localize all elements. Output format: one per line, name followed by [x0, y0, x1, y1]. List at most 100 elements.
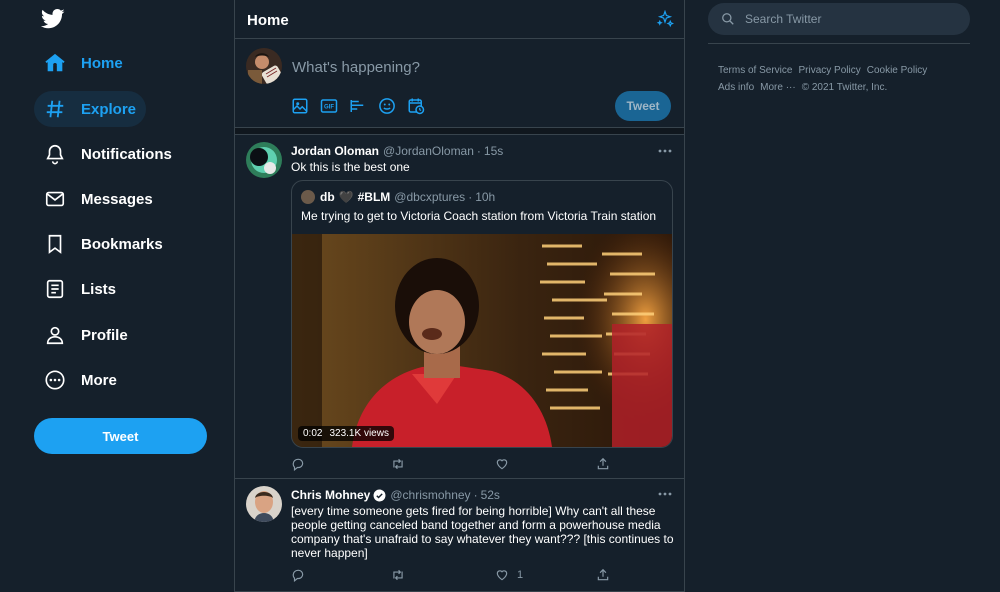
emoji-icon[interactable]: [378, 97, 396, 115]
nav-item-lists[interactable]: Lists: [34, 271, 126, 307]
tweet[interactable]: Jordan Oloman @JordanOloman · 15s Ok thi…: [235, 136, 684, 479]
video-frame: [292, 234, 672, 447]
sidebar-divider: [708, 43, 970, 44]
nav-item-home[interactable]: Home: [34, 45, 133, 81]
nav-label-notifications: Notifications: [81, 145, 172, 163]
search-input[interactable]: [745, 10, 955, 28]
tweet-more-icon[interactable]: [658, 148, 672, 154]
compose-tweet-button[interactable]: Tweet: [615, 91, 671, 121]
heart-icon: [496, 570, 508, 581]
person-icon: [46, 326, 64, 345]
bookmark-icon: [48, 234, 62, 254]
quoted-author-handle: @dbcxptures: [394, 190, 466, 204]
schedule-icon[interactable]: [407, 97, 425, 115]
reply-button[interactable]: [291, 456, 305, 472]
quoted-tweet-time: 10h: [475, 190, 496, 204]
tweet-time[interactable]: 15s: [484, 144, 503, 158]
tweet-time[interactable]: 52s: [481, 488, 500, 502]
nav-label-messages: Messages: [81, 190, 153, 208]
more-circle-icon: [45, 370, 65, 390]
quoted-author-avatar: [301, 190, 315, 204]
bell-icon: [46, 144, 64, 165]
compose-box: GIF Tweet: [235, 39, 684, 128]
quoted-tweet-header: db 🖤 #BLM @dbcxptures · 10h: [301, 190, 495, 204]
search-bar[interactable]: [708, 3, 970, 35]
footer-link-privacy[interactable]: Privacy Policy: [798, 65, 860, 76]
tweet-header: Chris Mohney @chrismohney · 52s: [291, 488, 500, 502]
tweet-header: Jordan Oloman @JordanOloman · 15s: [291, 144, 503, 158]
tweet-author-handle[interactable]: @JordanOloman: [383, 144, 474, 158]
nav-item-bookmarks[interactable]: Bookmarks: [34, 226, 173, 262]
like-button[interactable]: 1: [495, 567, 523, 583]
quoted-author-tag: #BLM: [357, 190, 391, 204]
share-button[interactable]: [596, 567, 610, 583]
timeline-separator: [235, 128, 684, 135]
tweet-author-avatar[interactable]: [246, 142, 282, 178]
like-button[interactable]: [495, 456, 509, 472]
tweet-author-name[interactable]: Jordan Oloman: [291, 144, 379, 158]
retweet-button[interactable]: [391, 456, 405, 472]
quoted-tweet[interactable]: db 🖤 #BLM @dbcxptures · 10h Me trying to…: [291, 180, 673, 448]
tweet[interactable]: Chris Mohney @chrismohney · 52s [every t…: [235, 479, 684, 592]
retweet-button[interactable]: [391, 567, 405, 583]
tweet-author-avatar[interactable]: [246, 486, 282, 522]
timeline-header: Home: [235, 0, 684, 39]
search-icon: [722, 13, 734, 25]
list-icon: [46, 279, 64, 299]
tweet-author-handle[interactable]: @chrismohney: [390, 488, 470, 502]
video-duration: 0:02: [303, 428, 323, 439]
tweet-author-name[interactable]: Chris Mohney: [291, 488, 370, 502]
nav-item-more[interactable]: More: [34, 362, 127, 398]
timeline: Home GIF Tweet Jordan Oloman @JordanOlom…: [234, 0, 685, 592]
separator-dot: ·: [468, 190, 473, 204]
verified-badge-icon: [373, 489, 386, 501]
right-sidebar: Terms of Service Privacy Policy Cookie Pol…: [685, 0, 1000, 592]
user-avatar[interactable]: [246, 48, 282, 84]
heart-icon: [496, 459, 508, 470]
retweet-icon: [393, 458, 403, 470]
video-player[interactable]: 0:02 323.1K views: [292, 234, 672, 447]
video-info-badge: 0:02 323.1K views: [298, 426, 394, 441]
quoted-author-name: db: [320, 190, 335, 204]
nav-label-bookmarks: Bookmarks: [81, 235, 163, 253]
nav-label-profile: Profile: [81, 326, 128, 344]
nav-item-explore[interactable]: Explore: [34, 91, 147, 127]
share-icon: [597, 457, 609, 470]
footer-link-more[interactable]: More ···: [760, 82, 796, 93]
nav-label-more: More: [81, 371, 117, 389]
tweet-text: [every time someone gets fired for being…: [291, 504, 674, 560]
footer-links: Terms of Service Privacy Policy Cookie Pol…: [718, 62, 958, 96]
nav-item-profile[interactable]: Profile: [34, 317, 138, 353]
reply-button[interactable]: [291, 567, 305, 583]
svg-text:GIF: GIF: [324, 105, 334, 111]
nav-item-notifications[interactable]: Notifications: [34, 136, 182, 172]
quoted-tweet-text: Me trying to get to Victoria Coach stati…: [301, 209, 657, 223]
image-icon[interactable]: [291, 97, 309, 115]
black-heart-emoji: 🖤: [338, 190, 354, 204]
nav-item-messages[interactable]: Messages: [34, 181, 163, 217]
share-button[interactable]: [596, 456, 610, 472]
twitter-logo-icon[interactable]: [41, 8, 65, 30]
gif-icon[interactable]: GIF: [320, 97, 338, 115]
retweet-icon: [393, 569, 403, 581]
tweet-actions: 1: [291, 567, 611, 583]
compose-input[interactable]: [292, 56, 662, 78]
tweet-text: Ok this is the best one: [291, 160, 410, 174]
footer-link-ads-info[interactable]: Ads info: [718, 82, 754, 93]
nav-tweet-button[interactable]: Tweet: [34, 418, 207, 454]
left-navigation: Home Explore Notifications Messages Book…: [0, 0, 234, 592]
separator-dot: ·: [476, 144, 481, 158]
tweet-more-icon[interactable]: [658, 491, 672, 497]
reply-icon: [292, 569, 304, 582]
video-views: 323.1K views: [329, 428, 389, 439]
page-title: Home: [247, 12, 289, 29]
poll-icon[interactable]: [349, 97, 367, 115]
footer-copyright: © 2021 Twitter, Inc.: [801, 82, 888, 93]
nav-label-explore: Explore: [81, 100, 137, 118]
footer-link-cookies[interactable]: Cookie Policy: [867, 65, 928, 76]
footer-link-terms[interactable]: Terms of Service: [718, 65, 792, 76]
sparkle-icon[interactable]: [656, 10, 674, 28]
separator-dot: ·: [473, 488, 478, 502]
compose-toolbar: GIF: [291, 97, 436, 115]
tweet-actions: [291, 456, 611, 472]
